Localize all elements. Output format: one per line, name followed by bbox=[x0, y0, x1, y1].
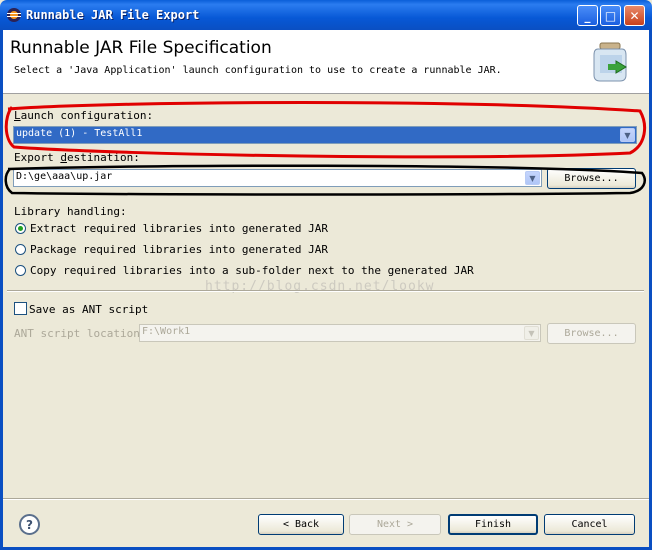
library-option-extract-label: Extract required libraries into generate… bbox=[30, 222, 329, 235]
window-title: Runnable JAR File Export bbox=[26, 8, 200, 22]
annotation-overlay bbox=[4, 101, 647, 196]
ant-location-value: F:\Work1 bbox=[142, 326, 191, 337]
page-title: Runnable JAR File Specification bbox=[10, 38, 272, 58]
next-button: Next > bbox=[349, 514, 441, 535]
close-icon: ✕ bbox=[629, 8, 640, 23]
back-label: < Back bbox=[282, 519, 320, 530]
minimize-button[interactable]: _ bbox=[577, 5, 598, 26]
library-option-package-label: Package required libraries into generate… bbox=[30, 243, 329, 256]
save-ant-checkbox[interactable] bbox=[14, 302, 27, 315]
jar-export-icon bbox=[593, 42, 627, 82]
red-annotation-loop bbox=[4, 101, 647, 159]
chevron-down-icon: ▼ bbox=[524, 326, 539, 340]
footer-separator bbox=[3, 498, 649, 500]
back-button[interactable]: < Back bbox=[258, 514, 344, 535]
page-description: Select a 'Java Application' launch confi… bbox=[14, 65, 502, 76]
radio-extract[interactable] bbox=[15, 223, 26, 234]
library-option-copy-label: Copy required libraries into a sub-folde… bbox=[30, 264, 474, 277]
browse-ant-label: Browse... bbox=[564, 328, 619, 339]
browse-ant-button: Browse... bbox=[547, 323, 636, 344]
library-handling-label: Library handling: bbox=[14, 205, 127, 218]
finish-label: Finish bbox=[474, 519, 512, 530]
ant-location-label: ANT script location: bbox=[14, 327, 147, 340]
finish-button[interactable]: Finish bbox=[448, 514, 538, 535]
cancel-button[interactable]: Cancel bbox=[544, 514, 635, 535]
minimize-icon: _ bbox=[584, 8, 591, 23]
cancel-label: Cancel bbox=[571, 519, 608, 530]
next-label: Next > bbox=[376, 519, 414, 530]
radio-copy[interactable] bbox=[15, 265, 26, 276]
separator bbox=[7, 290, 644, 292]
radio-package[interactable] bbox=[15, 244, 26, 255]
help-icon[interactable]: ? bbox=[19, 514, 40, 535]
ant-location-input: F:\Work1 ▼ bbox=[139, 324, 541, 342]
maximize-button[interactable]: □ bbox=[600, 5, 621, 26]
maximize-icon: □ bbox=[604, 8, 617, 23]
eclipse-icon bbox=[7, 8, 21, 22]
close-button[interactable]: ✕ bbox=[624, 5, 645, 26]
save-ant-label: Save as ANT script bbox=[29, 303, 149, 316]
black-annotation-loop bbox=[4, 164, 646, 196]
